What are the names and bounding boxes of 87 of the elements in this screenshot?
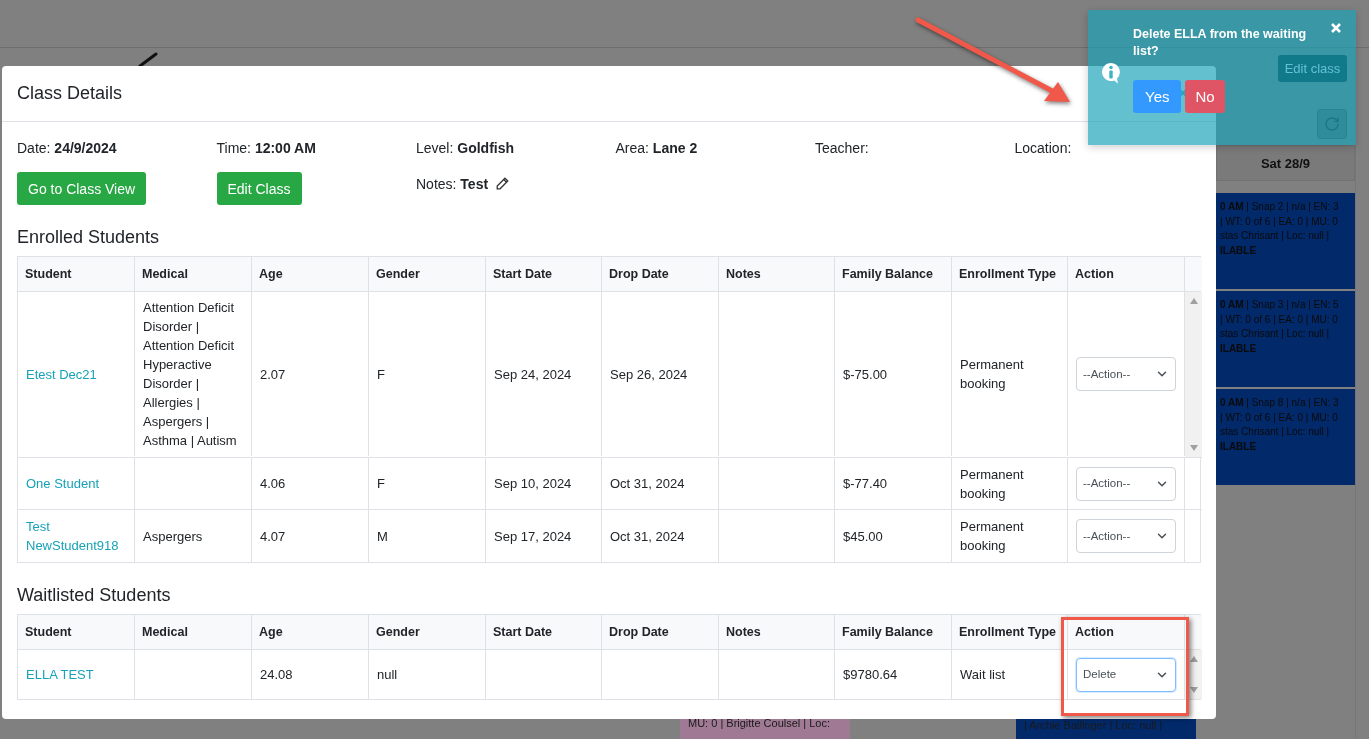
table-cell-text: 4.07 bbox=[260, 527, 286, 546]
toast-button[interactable]: No bbox=[1185, 80, 1225, 113]
action-button[interactable]: Edit Class bbox=[216, 172, 302, 205]
header-filler bbox=[1185, 257, 1202, 291]
column-header: Family Balance bbox=[835, 257, 952, 291]
column-header: Enrollment Type bbox=[952, 257, 1068, 291]
detail-text: Location: bbox=[1014, 140, 1072, 156]
table-cell-text: Sep 10, 2024 bbox=[494, 475, 572, 493]
table-cell-text: M bbox=[377, 527, 388, 546]
event-text: 0 AM | Snap 8 | n/a | EN: 3 bbox=[1220, 396, 1340, 410]
table-cell-text: Permanent booking bbox=[960, 518, 1025, 555]
student-link[interactable]: ELLA TEST bbox=[26, 665, 94, 684]
column-header: Age bbox=[252, 615, 369, 649]
table-cell-text: 24.08 bbox=[260, 666, 293, 684]
event-text: 0 AM | Snap 3 | n/a | EN: 5 bbox=[1220, 298, 1340, 312]
section-title: Waitlisted Students bbox=[17, 585, 172, 606]
column-header: Start Date bbox=[486, 257, 602, 291]
action-button[interactable]: Go to Class View bbox=[17, 172, 147, 205]
student-link[interactable]: Test NewStudent918 bbox=[26, 517, 126, 555]
scroll-down-icon[interactable] bbox=[1189, 687, 1198, 693]
pencil-icon[interactable] bbox=[496, 177, 510, 190]
column-header: Family Balance bbox=[835, 615, 952, 649]
column-header: Enrollment Type bbox=[952, 615, 1068, 649]
toast-button[interactable]: Yes bbox=[1133, 80, 1182, 113]
detail-text: Level: Goldfish bbox=[416, 140, 515, 156]
action-select[interactable]: --Action-- bbox=[1076, 357, 1176, 392]
table-cell-text: Sep 26, 2024 bbox=[610, 365, 688, 384]
column-header: Start Date bbox=[486, 615, 602, 649]
detail-text: Area: Lane 2 bbox=[615, 140, 698, 156]
day-header: Sat 28/9 bbox=[1216, 145, 1355, 181]
table-cell-text: Permanent booking bbox=[960, 465, 1025, 503]
table-cell-text: 4.06 bbox=[260, 475, 286, 493]
table-cell-text: null bbox=[377, 666, 398, 684]
event-text: stas Chrisant | Loc: null | bbox=[1220, 425, 1331, 440]
table-cell-text: F bbox=[377, 475, 385, 493]
table-cell-text: Sep 17, 2024 bbox=[494, 527, 572, 546]
table-cell-text: Aspergers bbox=[143, 527, 203, 546]
event-text: stas Chrisant | Loc: null | bbox=[1220, 229, 1331, 244]
scroll-up-icon[interactable] bbox=[1189, 298, 1198, 304]
table-cell-text: $-75.00 bbox=[843, 365, 888, 384]
table-cell-text: 2.07 bbox=[260, 365, 286, 384]
detail-text: Time: 12:00 AM bbox=[216, 140, 316, 156]
column-header: Medical bbox=[135, 257, 252, 291]
column-header: Student bbox=[18, 615, 135, 649]
detail-text: Teacher: bbox=[815, 140, 869, 156]
event-text: | WT: 0 of 6 | EA: 0 | MU: 0 bbox=[1220, 312, 1339, 327]
column-header: Gender bbox=[369, 615, 486, 649]
table-cell-text: $9780.64 bbox=[843, 666, 898, 684]
event-text: 0 AM | Snap 2 | n/a | EN: 3 bbox=[1220, 200, 1340, 214]
table-cell-text: Sep 24, 2024 bbox=[494, 365, 572, 384]
event-status: ILABLE bbox=[1220, 341, 1258, 356]
column-header: Action bbox=[1068, 257, 1185, 291]
event-status: ILABLE bbox=[1220, 243, 1258, 258]
table-cell-text: Attention Deficit Disorder | Attention Deficit Hyperactive Disorder | Allergies | Aspergers | Asthma | Autism bbox=[143, 299, 238, 451]
pencil-icon bbox=[138, 52, 160, 68]
edit-class-button[interactable]: Edit class bbox=[1278, 55, 1347, 82]
table-cell-text: Oct 31, 2024 bbox=[610, 475, 685, 493]
table-cell-text: $-77.40 bbox=[843, 475, 888, 493]
section-title: Enrolled Students bbox=[17, 227, 161, 248]
event-text: | WT: 0 of 6 | EA: 0 | MU: 0 bbox=[1220, 214, 1339, 229]
notes-text: Notes: Test bbox=[416, 175, 489, 192]
column-header: Student bbox=[18, 257, 135, 291]
student-link[interactable]: Etest Dec21 bbox=[26, 364, 97, 384]
table-cell-text: Oct 31, 2024 bbox=[610, 527, 685, 546]
column-header: Gender bbox=[369, 257, 486, 291]
action-select[interactable]: --Action-- bbox=[1076, 519, 1176, 553]
column-header: Notes bbox=[719, 257, 835, 291]
column-header: Age bbox=[252, 257, 369, 291]
scroll-down-icon[interactable] bbox=[1189, 445, 1198, 451]
column-header: Notes bbox=[719, 615, 835, 649]
table-cell-text: Wait list bbox=[960, 666, 1006, 684]
event-status: ILABLE bbox=[1220, 439, 1258, 454]
event-text: | WT: 0 of 6 | EA: 0 | MU: 0 bbox=[1220, 410, 1339, 425]
scrollbar[interactable] bbox=[1185, 292, 1202, 457]
table-cell-text: $45.00 bbox=[843, 527, 883, 546]
action-select[interactable]: Delete bbox=[1076, 657, 1176, 692]
scroll-up-icon[interactable] bbox=[1189, 656, 1198, 662]
column-header: Drop Date bbox=[602, 615, 719, 649]
column-header: Drop Date bbox=[602, 257, 719, 291]
detail-text: Date: 24/9/2024 bbox=[17, 140, 117, 156]
action-select[interactable]: --Action-- bbox=[1076, 466, 1176, 501]
student-link[interactable]: One Student bbox=[26, 474, 99, 493]
event-text: stas Chrisant | Loc: null | bbox=[1220, 327, 1331, 342]
table-cell-text: Permanent booking bbox=[960, 356, 1025, 394]
dialog-title: Class Details bbox=[17, 83, 123, 104]
table-cell-text: F bbox=[377, 365, 385, 384]
column-header: Medical bbox=[135, 615, 252, 649]
